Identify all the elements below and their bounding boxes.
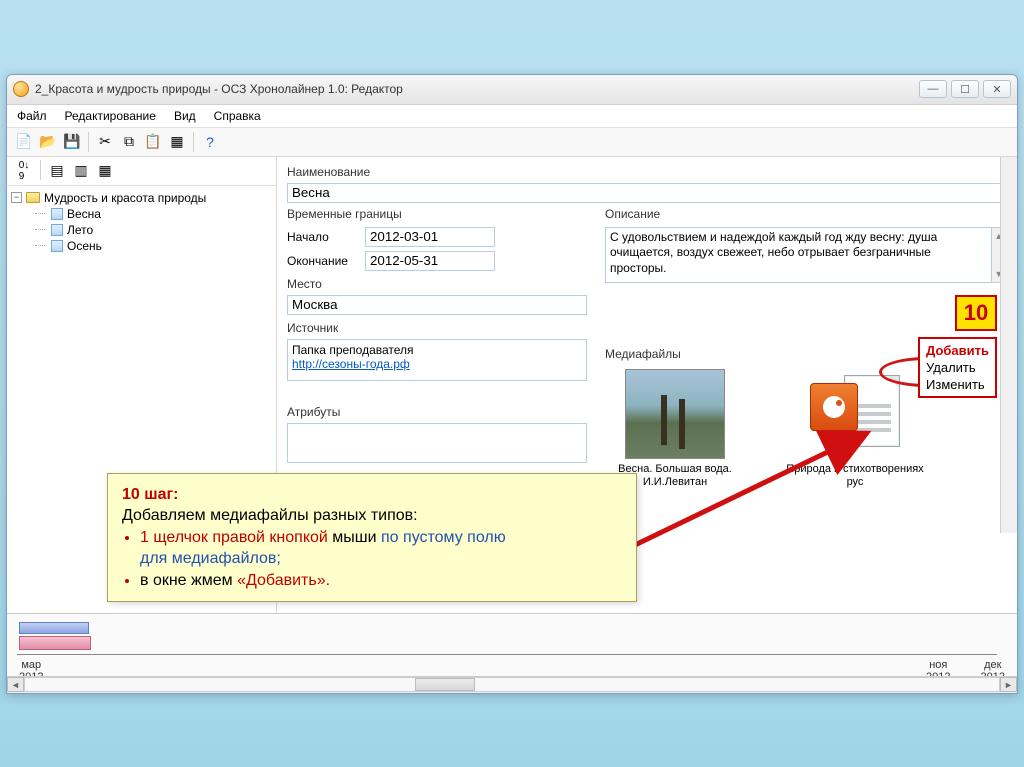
scroll-left-icon[interactable]: ◄	[7, 677, 24, 692]
scroll-right-icon[interactable]: ►	[1000, 677, 1017, 692]
ppt-thumbnail-icon	[810, 369, 900, 459]
item-icon	[51, 208, 63, 220]
source-label: Источник	[287, 321, 587, 335]
media-item-2[interactable]: Природа в стихотворениях рус	[785, 369, 925, 489]
place-label: Место	[287, 277, 587, 291]
tree-item-leto[interactable]: Лето	[35, 222, 272, 238]
window-title: 2_Красота и мудрость природы - ОСЗ Хроно…	[35, 82, 919, 96]
desc-label: Описание	[605, 207, 1007, 223]
tree-btn3-icon[interactable]: ▦	[94, 160, 116, 182]
source-text: Папка преподавателя	[292, 343, 582, 357]
step-number-badge: 10	[955, 295, 997, 331]
app-window: 2_Красота и мудрость природы - ОСЗ Хроно…	[6, 74, 1018, 694]
scroll-thumb[interactable]	[415, 678, 475, 691]
folder-icon	[26, 192, 40, 203]
tree-root[interactable]: − Мудрость и красота природы	[11, 190, 272, 206]
save-icon[interactable]: 💾	[61, 131, 83, 153]
ctx-delete[interactable]: Удалить	[926, 359, 989, 376]
tree-item-label: Лето	[67, 223, 93, 237]
timeline[interactable]: мар2012 ноя2012 дек2012 ◄ ►	[7, 613, 1017, 693]
open-icon[interactable]: 📂	[37, 131, 59, 153]
media-item-1[interactable]: Весна. Большая вода. И.И.Левитан	[605, 369, 745, 489]
menubar: Файл Редактирование Вид Справка	[7, 105, 1017, 128]
attrib-box[interactable]	[287, 423, 587, 463]
ctx-add[interactable]: Добавить	[926, 342, 989, 359]
timeline-bar[interactable]	[19, 636, 91, 650]
media-caption: Природа в стихотворениях рус	[785, 463, 925, 489]
note-bullet: в окне жмем «Добавить».	[140, 570, 622, 592]
attrib-label: Атрибуты	[287, 405, 587, 419]
context-menu: Добавить Удалить Изменить	[918, 337, 997, 398]
context-annotation: 10 Добавить Удалить Изменить	[918, 295, 997, 398]
timerange-label: Временные границы	[287, 207, 587, 223]
new-icon[interactable]: 📄	[13, 131, 35, 153]
help-icon[interactable]: ?	[199, 131, 221, 153]
desc-textarea[interactable]	[605, 227, 992, 283]
minimize-button[interactable]: —	[919, 80, 947, 98]
source-box[interactable]: Папка преподавателя http://сезоны-года.р…	[287, 339, 587, 381]
end-input[interactable]	[365, 251, 495, 271]
image-thumbnail-icon	[625, 369, 725, 459]
timeline-bar[interactable]	[19, 622, 89, 634]
item-icon	[51, 224, 63, 236]
start-label: Начало	[287, 230, 357, 244]
start-input[interactable]	[365, 227, 495, 247]
menu-view[interactable]: Вид	[174, 109, 196, 123]
titlebar: 2_Красота и мудрость природы - ОСЗ Хроно…	[7, 75, 1017, 105]
ctx-change[interactable]: Изменить	[926, 376, 989, 393]
menu-edit[interactable]: Редактирование	[65, 109, 156, 123]
name-input[interactable]	[287, 183, 1007, 203]
copy-icon[interactable]: ⧉	[118, 131, 140, 153]
tree-btn2-icon[interactable]: ▥	[70, 160, 92, 182]
cut-icon[interactable]: ✂	[94, 131, 116, 153]
app-icon	[13, 81, 29, 97]
menu-file[interactable]: Файл	[17, 109, 47, 123]
close-button[interactable]: ✕	[983, 80, 1011, 98]
end-label: Окончание	[287, 254, 357, 268]
note-bullet: 1 щелчок правой кнопкой мыши по пустому …	[140, 527, 622, 570]
timeline-scrollbar[interactable]: ◄ ►	[7, 676, 1017, 693]
note-line: Добавляем медиафайлы разных типов:	[122, 507, 418, 524]
tree-item-label: Осень	[67, 239, 102, 253]
item-icon	[51, 240, 63, 252]
timeline-axis	[17, 654, 997, 655]
note-heading: 10 шаг:	[122, 486, 178, 503]
source-link[interactable]: http://сезоны-года.рф	[292, 357, 410, 371]
tree-btn1-icon[interactable]: ▤	[46, 160, 68, 182]
sort-icon[interactable]: 0↓9	[13, 160, 35, 182]
tree-item-vesna[interactable]: Весна	[35, 206, 272, 222]
window-controls: — ☐ ✕	[919, 80, 1011, 98]
collapse-icon[interactable]: −	[11, 192, 22, 203]
tree-item-osen[interactable]: Осень	[35, 238, 272, 254]
maximize-button[interactable]: ☐	[951, 80, 979, 98]
tree-item-label: Весна	[67, 207, 101, 221]
panel-scrollbar[interactable]	[1000, 157, 1017, 533]
name-label: Наименование	[287, 165, 1007, 179]
grid-icon[interactable]: ▦	[166, 131, 188, 153]
main-toolbar: 📄 📂 💾 ✂ ⧉ 📋 ▦ ?	[7, 128, 1017, 157]
menu-help[interactable]: Справка	[214, 109, 261, 123]
tutorial-note: 10 шаг: Добавляем медиафайлы разных типо…	[107, 473, 637, 603]
place-input[interactable]	[287, 295, 587, 315]
tree-root-label: Мудрость и красота природы	[44, 191, 206, 205]
tree-toolbar: 0↓9 ▤ ▥ ▦	[7, 157, 276, 186]
paste-icon[interactable]: 📋	[142, 131, 164, 153]
